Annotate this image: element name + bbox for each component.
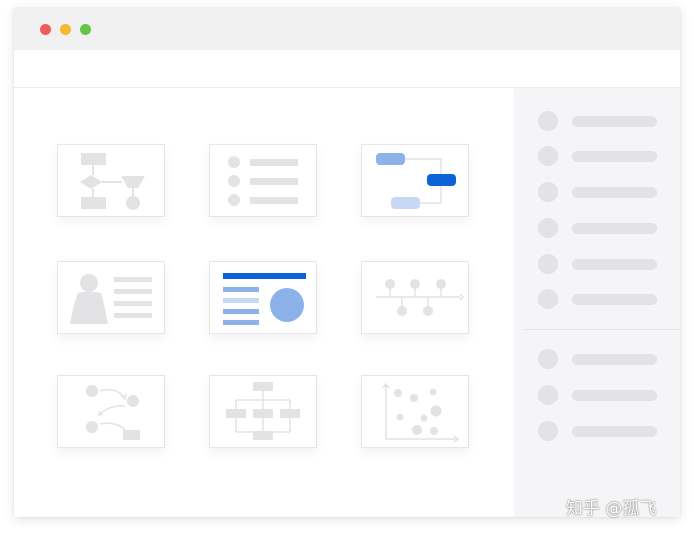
app-window	[14, 8, 680, 517]
title-bar	[14, 8, 680, 50]
sidebar-item-placeholder	[572, 426, 657, 437]
sidebar-divider	[524, 329, 680, 330]
close-window-button[interactable]	[40, 24, 51, 35]
template-card-dashboard[interactable]	[209, 261, 317, 334]
process-flow-icon	[86, 385, 140, 440]
sidebar-item[interactable]	[538, 254, 660, 274]
mind-map-icon	[376, 153, 456, 209]
template-card-profile[interactable]	[57, 261, 165, 334]
sidebar-item[interactable]	[538, 111, 660, 131]
sidebar-item[interactable]	[538, 385, 660, 405]
sidebar-item-placeholder	[572, 259, 657, 270]
sidebar-item[interactable]	[538, 146, 660, 166]
avatar	[538, 254, 558, 274]
toolbar	[14, 50, 680, 88]
timeline-icon	[376, 279, 465, 316]
sidebar-item-placeholder	[572, 151, 657, 162]
scatter-plot-icon	[382, 382, 460, 443]
template-card-list[interactable]	[209, 144, 317, 217]
avatar	[538, 385, 558, 405]
sidebar-item[interactable]	[538, 218, 660, 238]
sidebar-item-placeholder	[572, 354, 657, 365]
template-card-org-chart[interactable]	[209, 375, 317, 448]
sidebar-item-placeholder	[572, 390, 657, 401]
sidebar-item[interactable]	[538, 349, 660, 369]
watermark: 知乎 @孤飞	[566, 499, 657, 519]
sidebar-item[interactable]	[538, 289, 660, 309]
avatar	[538, 421, 558, 441]
minimize-window-button[interactable]	[60, 24, 71, 35]
profile-card-icon	[70, 274, 152, 324]
avatar	[538, 146, 558, 166]
avatar	[538, 182, 558, 202]
sidebar-item[interactable]	[538, 421, 660, 441]
dashboard-icon	[223, 273, 306, 325]
avatar	[538, 111, 558, 131]
sidebar-item-placeholder	[572, 116, 657, 127]
sidebar-item[interactable]	[538, 182, 660, 202]
list-icon	[228, 156, 298, 206]
sidebar	[514, 88, 680, 517]
flowchart-icon	[80, 153, 145, 210]
maximize-window-button[interactable]	[80, 24, 91, 35]
template-card-process[interactable]	[57, 375, 165, 448]
avatar	[538, 289, 558, 309]
sidebar-item-placeholder	[572, 187, 657, 198]
sidebar-item-placeholder	[572, 294, 657, 305]
avatar	[538, 218, 558, 238]
template-card-timeline[interactable]	[361, 261, 469, 334]
avatar	[538, 349, 558, 369]
sidebar-item-placeholder	[572, 223, 657, 234]
template-gallery	[14, 88, 514, 517]
template-card-mind-map[interactable]	[361, 144, 469, 217]
template-card-flowchart[interactable]	[57, 144, 165, 217]
org-chart-icon	[226, 382, 300, 440]
template-card-scatter[interactable]	[361, 375, 469, 448]
